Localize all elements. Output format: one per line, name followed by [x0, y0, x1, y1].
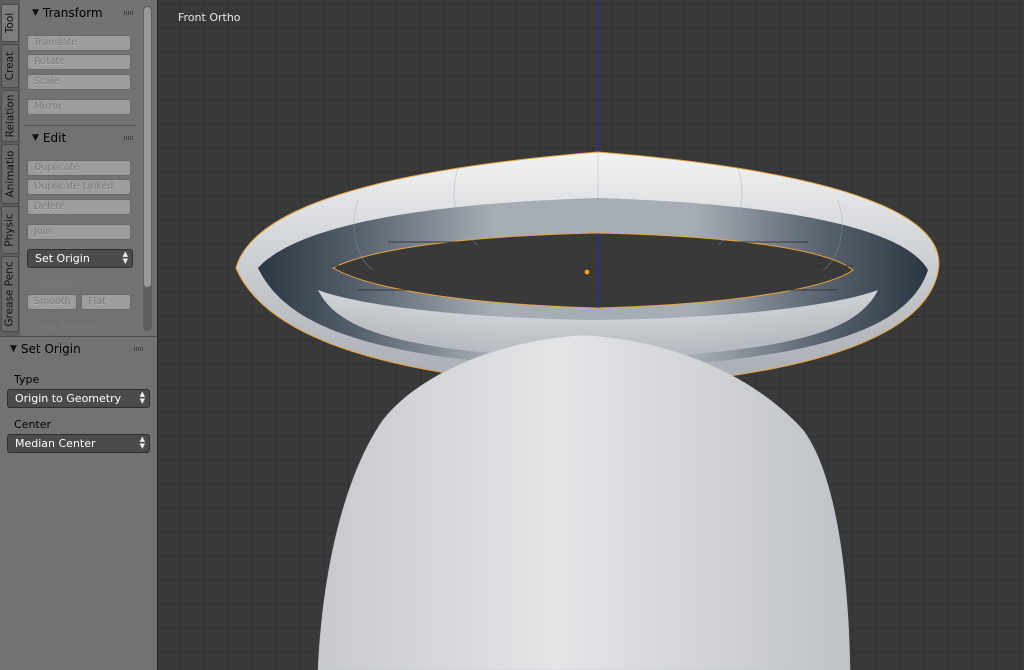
tab-animation[interactable]: Animatio: [1, 144, 19, 204]
transform-panel-header[interactable]: ▼ Transform: [22, 3, 138, 23]
triangle-down-icon: ▼: [32, 133, 39, 143]
operator-panel-header[interactable]: ▼ Set Origin: [0, 339, 152, 359]
smooth-button[interactable]: Smooth: [27, 294, 77, 310]
scrollbar-thumb[interactable]: [144, 7, 151, 287]
grip-icon[interactable]: [124, 136, 134, 140]
center-value: Median Center: [15, 437, 96, 450]
duplicate-button[interactable]: Duplicate: [27, 160, 131, 176]
type-label: Type: [14, 373, 40, 386]
updown-arrow-icon: ▲ ▼: [122, 250, 128, 265]
tool-shelf: Tool Creat Relation Animatio Physic Grea…: [0, 0, 158, 670]
translate-button[interactable]: Translate: [27, 35, 131, 51]
scale-button[interactable]: Scale: [27, 74, 131, 90]
operator-panel: ▼ Set Origin Type Origin to Geometry ▲ ▼ …: [0, 336, 157, 670]
shading-label: Shading: [34, 278, 73, 289]
tab-label: Tool: [4, 12, 16, 34]
join-button[interactable]: Join: [27, 224, 131, 240]
shelf-scrollbar[interactable]: [143, 5, 152, 331]
duplicate-linked-button[interactable]: Duplicate Linked: [27, 179, 131, 195]
tab-label: Animatio: [4, 150, 17, 198]
grip-icon[interactable]: [134, 347, 144, 351]
tab-create[interactable]: Creat: [1, 44, 19, 88]
origin-type-value: Origin to Geometry: [15, 392, 122, 405]
center-select[interactable]: Median Center ▲ ▼: [7, 434, 150, 453]
grip-icon[interactable]: [124, 11, 134, 15]
flat-button[interactable]: Flat: [81, 294, 131, 310]
operator-panel-title: Set Origin: [20, 342, 81, 356]
delete-button[interactable]: Delete: [27, 199, 131, 215]
panel-divider: [24, 125, 136, 126]
tool-panels: ▼ Transform Translate Rotate Scale Mirro…: [22, 0, 142, 336]
tab-tool[interactable]: Tool: [1, 4, 19, 42]
transform-panel-title: Transform: [42, 6, 103, 20]
data-transfer-label: Data Transfer: [34, 322, 98, 333]
set-origin-select-label: Set Origin: [35, 252, 90, 265]
tab-label: Relation: [4, 94, 16, 138]
edit-panel-title: Edit: [42, 131, 67, 145]
tab-physics[interactable]: Physic: [1, 206, 19, 254]
set-origin-select[interactable]: Set Origin ▲ ▼: [27, 249, 133, 268]
rotate-button[interactable]: Rotate: [27, 54, 131, 70]
updown-arrow-icon: ▲ ▼: [139, 390, 145, 405]
tab-label: Physic: [4, 213, 16, 247]
mirror-button[interactable]: Mirror: [27, 99, 131, 115]
scene-render: [235, 0, 940, 670]
tab-label: Creat: [4, 51, 16, 81]
edit-panel-header[interactable]: ▼ Edit: [22, 128, 138, 148]
view-label: Front Ortho: [178, 11, 241, 24]
center-label: Center: [14, 418, 52, 431]
updown-arrow-icon: ▲ ▼: [139, 435, 145, 450]
origin-point: [583, 268, 591, 276]
tab-grease-pencil[interactable]: Grease Penc: [1, 256, 19, 332]
tab-label: Grease Penc: [4, 261, 17, 327]
triangle-down-icon: ▼: [10, 344, 17, 354]
shelf-tabs: Tool Creat Relation Animatio Physic Grea…: [0, 0, 20, 336]
3d-viewport[interactable]: Front Ortho: [158, 0, 1024, 670]
origin-type-select[interactable]: Origin to Geometry ▲ ▼: [7, 389, 150, 408]
tab-relations[interactable]: Relation: [1, 90, 19, 142]
head-mesh: [317, 334, 851, 670]
triangle-down-icon: ▼: [32, 8, 39, 18]
